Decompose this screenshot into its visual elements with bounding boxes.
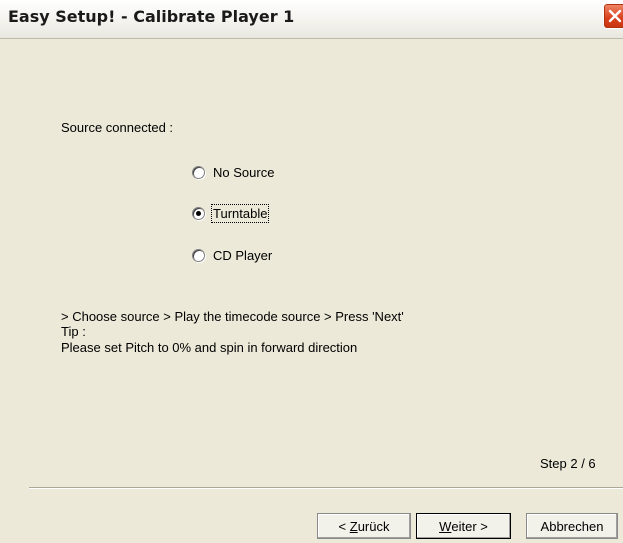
- window-title: Easy Setup! - Calibrate Player 1: [8, 7, 295, 26]
- radio-button-turntable[interactable]: [192, 206, 205, 220]
- calibrate-dialog: Easy Setup! - Calibrate Player 1 Source …: [0, 0, 623, 543]
- source-connected-label: Source connected :: [61, 120, 174, 135]
- close-icon: [608, 9, 622, 23]
- tip-text: Please set Pitch to 0% and spin in forwa…: [61, 340, 358, 355]
- radio-button-no-source[interactable]: [192, 165, 205, 179]
- dialog-content: Source connected : No Source Turntable C…: [0, 39, 623, 543]
- radio-label-cd-player: CD Player: [213, 247, 273, 263]
- radio-button-cd-player[interactable]: [192, 248, 205, 262]
- instructions-text: > Choose source > Play the timecode sour…: [61, 309, 404, 324]
- title-bar[interactable]: Easy Setup! - Calibrate Player 1: [0, 0, 623, 39]
- radio-cd-player[interactable]: CD Player: [192, 246, 272, 264]
- button-separator: [29, 487, 623, 489]
- radio-no-source[interactable]: No Source: [192, 163, 274, 181]
- radio-turntable[interactable]: Turntable: [192, 203, 270, 223]
- cancel-button-label: Abbrechen: [540, 518, 604, 534]
- step-indicator: Step 2 / 6: [540, 456, 596, 471]
- back-button-label: urück: [357, 518, 390, 534]
- next-button[interactable]: Weiter >: [416, 513, 511, 539]
- next-button-accesskey: W: [439, 518, 452, 534]
- radio-label-no-source: No Source: [213, 164, 275, 180]
- next-button-label: eiter >: [451, 518, 488, 534]
- back-button-prefix: <: [338, 518, 350, 534]
- tip-label: Tip :: [61, 324, 86, 339]
- back-button[interactable]: < Zurück: [317, 513, 411, 539]
- cancel-button[interactable]: Abbrechen: [526, 513, 618, 539]
- radio-label-turntable: Turntable: [210, 203, 270, 223]
- back-button-accesskey: Z: [349, 518, 358, 534]
- close-button[interactable]: [603, 3, 623, 29]
